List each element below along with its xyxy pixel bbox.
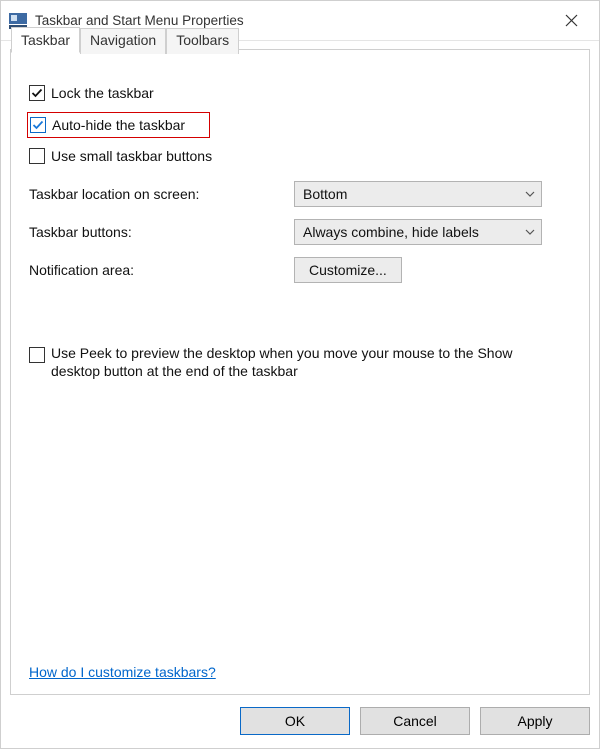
cancel-button[interactable]: Cancel: [360, 707, 470, 735]
customize-button[interactable]: Customize...: [294, 257, 402, 283]
dialog-footer: OK Cancel Apply: [10, 703, 590, 739]
location-dropdown[interactable]: Bottom: [294, 181, 542, 207]
buttons-label: Taskbar buttons:: [29, 224, 294, 240]
buttons-dropdown-value: Always combine, hide labels: [303, 224, 479, 240]
apply-button[interactable]: Apply: [480, 707, 590, 735]
notification-label: Notification area:: [29, 262, 294, 278]
tab-taskbar[interactable]: Taskbar: [11, 27, 80, 53]
tab-strip: Taskbar Navigation Toolbars: [11, 26, 239, 52]
location-row: Taskbar location on screen: Bottom: [29, 181, 571, 207]
peek-row: Use Peek to preview the desktop when you…: [29, 345, 571, 380]
small-buttons-row: Use small taskbar buttons: [29, 143, 571, 169]
lock-taskbar-row: Lock the taskbar: [29, 80, 571, 106]
small-buttons-label: Use small taskbar buttons: [51, 148, 212, 164]
buttons-row: Taskbar buttons: Always combine, hide la…: [29, 219, 571, 245]
chevron-down-icon: [525, 186, 535, 202]
autohide-checkbox[interactable]: [30, 117, 46, 133]
peek-checkbox[interactable]: [29, 347, 45, 363]
chevron-down-icon: [525, 224, 535, 240]
location-dropdown-value: Bottom: [303, 186, 347, 202]
peek-label: Use Peek to preview the desktop when you…: [51, 345, 551, 380]
ok-button[interactable]: OK: [240, 707, 350, 735]
notification-row: Notification area: Customize...: [29, 257, 571, 283]
lock-taskbar-checkbox[interactable]: [29, 85, 45, 101]
buttons-dropdown[interactable]: Always combine, hide labels: [294, 219, 542, 245]
tab-panel: Taskbar Navigation Toolbars Lock the tas…: [10, 49, 590, 695]
close-button[interactable]: [551, 1, 591, 41]
help-link[interactable]: How do I customize taskbars?: [29, 664, 216, 680]
tab-content: Lock the taskbar Auto-hide the taskbar U…: [11, 50, 589, 694]
autohide-label: Auto-hide the taskbar: [52, 117, 185, 133]
lock-taskbar-label: Lock the taskbar: [51, 85, 154, 101]
small-buttons-checkbox[interactable]: [29, 148, 45, 164]
location-label: Taskbar location on screen:: [29, 186, 294, 202]
autohide-highlight: Auto-hide the taskbar: [27, 112, 210, 138]
